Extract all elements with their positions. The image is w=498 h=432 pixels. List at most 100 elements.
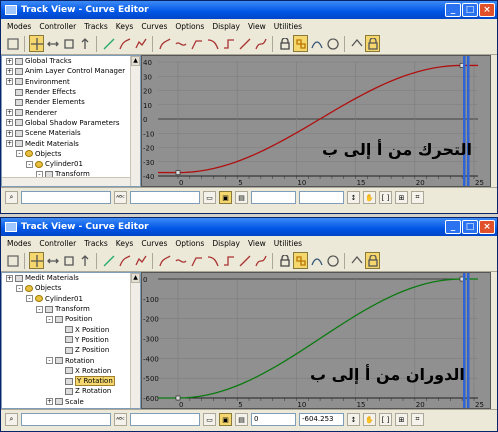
tree-item[interactable]: Render Elements <box>2 97 140 107</box>
show-tangents-button[interactable] <box>349 35 364 52</box>
frame-view-icon[interactable]: ▭ <box>203 191 216 204</box>
draw-curves-button[interactable] <box>117 252 132 269</box>
collapse-icon[interactable]: - <box>16 150 23 158</box>
menu-utilities[interactable]: Utilities <box>270 239 306 248</box>
tangent-slow-button[interactable] <box>205 252 220 269</box>
lock-selection-button[interactable] <box>277 35 292 52</box>
menu-keys[interactable]: Keys <box>112 22 138 31</box>
tree-item[interactable]: + Medit Materials <box>2 273 140 283</box>
add-keys-button[interactable] <box>101 35 116 52</box>
tree-item[interactable]: Z Position <box>2 345 140 355</box>
tree-item[interactable]: - Rotation <box>2 355 140 365</box>
maximize-button[interactable]: □ <box>462 220 478 234</box>
track-view-button[interactable] <box>5 252 20 269</box>
tangent-step-button[interactable] <box>221 252 236 269</box>
frame-field[interactable] <box>251 191 296 204</box>
tree-horizontal-scrollbar[interactable] <box>2 177 130 186</box>
scale-keys-button[interactable] <box>61 35 76 52</box>
show-tangents-button[interactable] <box>349 252 364 269</box>
curve-plot[interactable]: 0 -100 -200 -300 -400 -500 -600 0 5 10 15 20 25 الدو… <box>141 272 491 409</box>
menu-display[interactable]: Display <box>208 239 244 248</box>
controller-tree[interactable]: + Global Tracks + Anim Layer Control Manage… <box>1 55 141 187</box>
lock-selection-button[interactable] <box>277 252 292 269</box>
search-icon[interactable]: ⌕ <box>5 191 18 204</box>
minimize-button[interactable]: _ <box>445 3 461 17</box>
tree-item[interactable]: + Global Tracks <box>2 56 140 66</box>
filter-field[interactable] <box>21 191 111 204</box>
minimize-button[interactable]: _ <box>445 220 461 234</box>
scale-keys-button[interactable] <box>61 252 76 269</box>
selected-keys-icon[interactable]: ▣ <box>219 413 232 426</box>
zoom-horizontal-icon[interactable]: [ ] <box>379 413 392 426</box>
tangent-fast-button[interactable] <box>189 35 204 52</box>
tree-item[interactable]: + Scale <box>2 397 140 407</box>
move-keys-button[interactable] <box>29 35 44 52</box>
tangent-smooth-button[interactable] <box>253 252 268 269</box>
search-icon[interactable]: ⌕ <box>5 413 18 426</box>
menu-options[interactable]: Options <box>171 22 208 31</box>
lock-tangents-button[interactable] <box>365 252 380 269</box>
menu-curves[interactable]: Curves <box>137 22 171 31</box>
time-slider-bar[interactable] <box>463 273 466 409</box>
tangent-step-button[interactable] <box>221 35 236 52</box>
menu-view[interactable]: View <box>244 22 270 31</box>
menu-utilities[interactable]: Utilities <box>270 22 306 31</box>
collapse-icon[interactable]: - <box>46 315 53 323</box>
fit-icon[interactable]: ⌗ <box>411 413 424 426</box>
tangent-linear-button[interactable] <box>237 35 252 52</box>
scale-values-button[interactable] <box>77 252 92 269</box>
dropdown-field[interactable] <box>130 413 200 426</box>
expand-icon[interactable]: + <box>6 67 13 75</box>
expand-icon[interactable]: + <box>6 274 13 282</box>
tree-item[interactable]: Y Position <box>2 335 140 345</box>
tree-item[interactable]: + Global Shadow Parameters <box>2 118 140 128</box>
frame-view-icon[interactable]: ▭ <box>203 413 216 426</box>
tangent-smooth-button[interactable] <box>253 35 268 52</box>
pan-icon[interactable]: ✋ <box>363 413 376 426</box>
draw-curves-button[interactable] <box>117 35 132 52</box>
expand-icon[interactable]: + <box>6 129 13 137</box>
frame-field[interactable]: 0 <box>251 413 296 426</box>
value-field[interactable]: -604.253 <box>299 413 344 426</box>
show-keyable-button[interactable] <box>325 252 340 269</box>
value-field[interactable] <box>299 191 344 204</box>
collapse-icon[interactable]: - <box>46 357 53 365</box>
zoom-icon[interactable]: ↕ <box>347 191 360 204</box>
time-slider-bar[interactable] <box>467 273 470 409</box>
tree-item[interactable]: + Scene Materials <box>2 128 140 138</box>
curve-graph[interactable]: 40 30 20 10 0 -10 -20 -30 -40 0 5 10 15 20 25 <box>142 56 491 187</box>
tree-item[interactable]: X Position <box>2 324 140 334</box>
expand-icon[interactable]: + <box>6 140 13 148</box>
expand-icon[interactable]: + <box>6 57 13 65</box>
expand-icon[interactable]: + <box>6 109 13 117</box>
tangent-linear-button[interactable] <box>237 252 252 269</box>
zoom-icon[interactable]: ↕ <box>347 413 360 426</box>
scale-values-button[interactable] <box>77 35 92 52</box>
add-keys-button[interactable] <box>101 252 116 269</box>
close-button[interactable]: × <box>479 3 495 17</box>
expand-icon[interactable]: + <box>6 78 13 86</box>
keys-stats-icon[interactable]: ▤ <box>235 191 248 204</box>
fit-icon[interactable]: ⌗ <box>411 191 424 204</box>
time-slider-bar[interactable] <box>463 56 466 187</box>
tree-vertical-scrollbar[interactable]: ▲ <box>130 273 140 408</box>
tree-item[interactable]: Render Effects <box>2 87 140 97</box>
filter-field[interactable] <box>21 413 111 426</box>
tree-item[interactable]: - Transform <box>2 304 140 314</box>
tree-item[interactable]: + Renderer <box>2 107 140 117</box>
abc-icon[interactable]: ᴬᴮᶜ <box>114 191 127 204</box>
menu-curves[interactable]: Curves <box>137 239 171 248</box>
tangent-slow-button[interactable] <box>205 35 220 52</box>
zoom-region-icon[interactable]: ⊞ <box>395 413 408 426</box>
lock-tangents-button[interactable] <box>365 35 380 52</box>
title-bar[interactable]: Track View - Curve Editor _ □ × <box>1 1 497 19</box>
selected-keys-icon[interactable]: ▣ <box>219 191 232 204</box>
expand-icon[interactable]: + <box>46 398 53 406</box>
menu-modes[interactable]: Modes <box>3 239 35 248</box>
menu-options[interactable]: Options <box>171 239 208 248</box>
curve-graph[interactable]: 0 -100 -200 -300 -400 -500 -600 0 5 10 15 20 25 <box>142 273 491 409</box>
menu-display[interactable]: Display <box>208 22 244 31</box>
tree-vertical-scrollbar[interactable]: ▲ <box>130 56 140 186</box>
parameter-curve-button[interactable] <box>309 252 324 269</box>
maximize-button[interactable]: □ <box>462 3 478 17</box>
